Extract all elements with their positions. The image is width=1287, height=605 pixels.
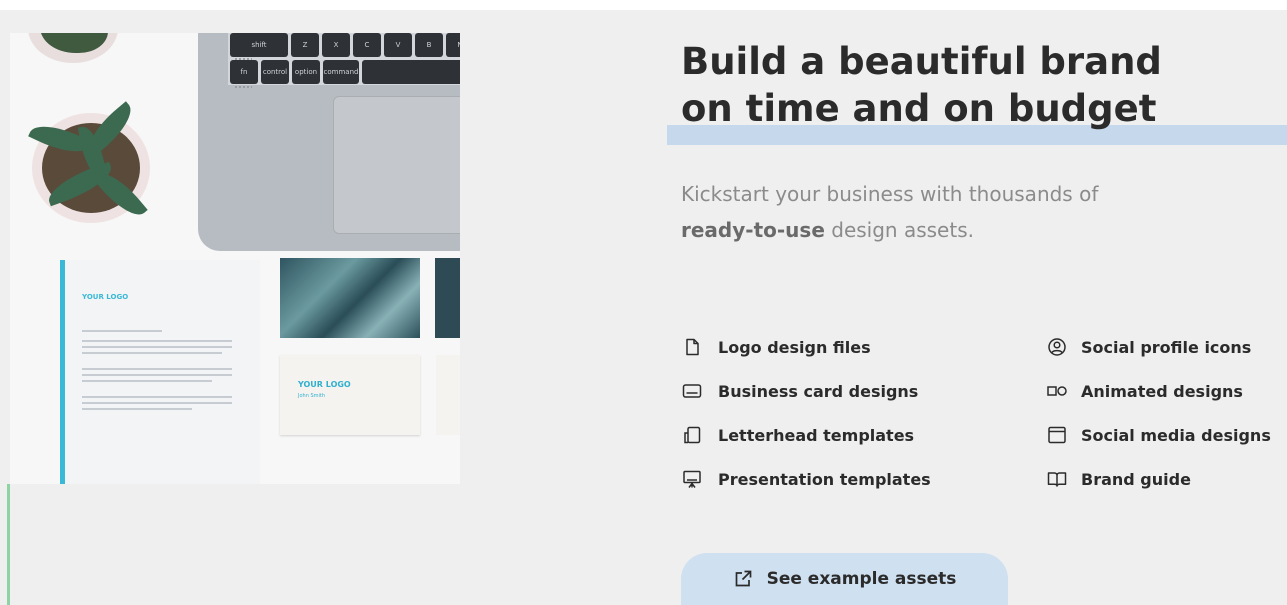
keyboard: shift Z X C V B N fn control option comm… [228,33,460,89]
key-command: command [323,60,359,84]
external-link-icon [735,570,751,587]
subtitle-text-end: design assets. [824,218,974,242]
page-title: Build a beautiful brand on time and on b… [681,38,1162,132]
key-control: control [261,60,289,84]
feature-label: Animated designs [1081,381,1243,401]
feature-business-cards: Business card designs [682,381,918,401]
key-space [362,60,460,84]
letterhead-text-line [82,380,212,382]
key-n: N [446,33,460,57]
file-icon [686,338,699,356]
subtitle-text: Kickstart your business with thousands o… [681,182,1099,206]
feature-label: Letterhead templates [718,425,915,445]
hero-image: shift Z X C V B N fn control option comm… [10,33,460,484]
feature-label: Logo design files [718,337,871,357]
feature-presentation: Presentation templates [682,469,931,489]
feature-animated: Animated designs [1047,381,1243,401]
key-b: B [415,33,443,57]
feature-letterhead: Letterhead templates [682,425,914,445]
feature-social-media: Social media designs [1047,425,1271,445]
presentation-icon [683,470,701,488]
key-fn: fn [230,60,258,84]
left-accent-bar [7,484,10,605]
letterhead-text-line [82,396,232,398]
business-card-dark [435,258,460,338]
business-card-name: John Smith [298,393,326,399]
business-card-front: YOUR LOGO John Smith [280,355,420,435]
laptop: shift Z X C V B N fn control option comm… [198,33,460,251]
see-example-assets-button[interactable]: See example assets [681,553,1008,605]
business-card-logo: YOUR LOGO [298,380,351,389]
key-z: Z [291,33,319,57]
key-x: X [322,33,350,57]
feature-label: Business card designs [718,381,919,401]
subtitle: Kickstart your business with thousands o… [681,176,1241,248]
title-line-2: on time and on budget [681,87,1157,130]
title-line-1: Build a beautiful brand [681,40,1162,83]
cta-label: See example assets [766,569,957,589]
key-option: option [292,60,320,84]
card-icon [682,384,702,398]
letterhead-accent [60,260,65,484]
letterhead-text-line [82,374,232,376]
subtitle-bold: ready-to-use [681,218,825,242]
key-c: C [353,33,381,57]
feature-logo-files: Logo design files [682,337,871,357]
letterhead-text-line [82,340,232,342]
book-icon [1047,472,1067,487]
business-card-photo [280,258,420,338]
letterhead-text-line [82,402,232,404]
letterhead-text-line [82,346,232,348]
letterhead-icon [684,426,701,444]
feature-label: Brand guide [1081,469,1191,489]
top-strip [0,0,1287,10]
letterhead-text-line [82,352,222,354]
key-shift: shift [230,33,288,57]
letterhead-logo: YOUR LOGO [82,293,129,301]
key-v: V [384,33,412,57]
feature-social-profile: Social profile icons [1047,337,1251,357]
feature-brand-guide: Brand guide [1047,469,1191,489]
animated-icon [1047,386,1067,396]
trackpad [333,96,460,234]
business-card-edge [436,355,460,435]
letterhead-text-line [82,368,232,370]
letterhead-mockup: YOUR LOGO [60,260,260,484]
feature-label: Social profile icons [1081,337,1252,357]
letterhead-text-line [82,330,162,332]
user-circle-icon [1048,338,1066,356]
feature-label: Social media designs [1081,425,1271,445]
letterhead-text-line [82,408,192,410]
window-icon [1048,426,1066,444]
feature-label: Presentation templates [718,469,931,489]
